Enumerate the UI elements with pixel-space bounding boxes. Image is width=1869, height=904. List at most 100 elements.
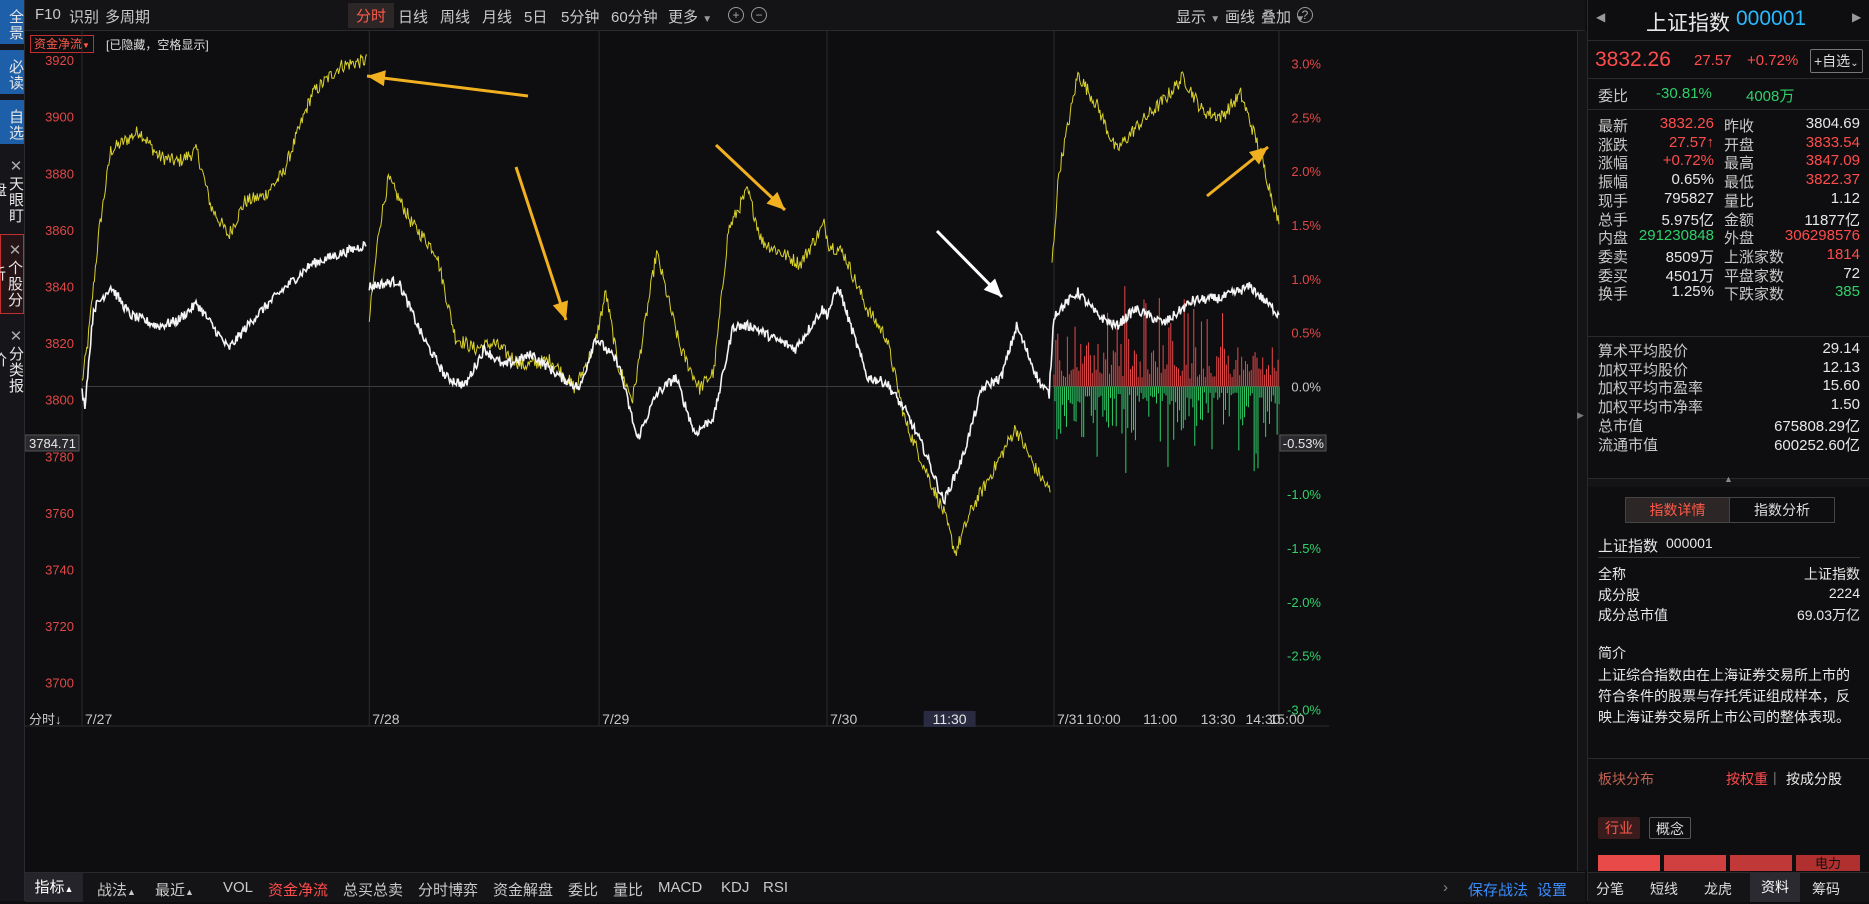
y-tick-right: 1.0% xyxy=(1291,272,1321,287)
zoom-out-icon[interactable]: − xyxy=(751,7,767,23)
detail-row: 成分总市值 69.03万亿 xyxy=(1598,605,1860,627)
y-tick-left: 3800 xyxy=(45,393,74,408)
close-icon[interactable]: ✕ xyxy=(7,327,24,346)
chevron-left-icon[interactable]: ◀ xyxy=(1596,10,1605,24)
tab-dragon-tiger[interactable]: 龙虎 xyxy=(1704,879,1732,899)
tab-daily[interactable]: 日线 xyxy=(398,6,428,27)
chevron-up-icon: ▲ xyxy=(64,884,74,894)
recognize-button[interactable]: 识别 xyxy=(69,6,99,27)
collapse-up-icon[interactable]: ▲ xyxy=(1724,474,1733,484)
tab-5min[interactable]: 5分钟 xyxy=(561,6,599,27)
sidebar-item-category-quotes[interactable]: ✕分类报价 xyxy=(0,320,24,400)
indicator-rsi[interactable]: RSI xyxy=(763,879,788,896)
close-icon[interactable]: ✕ xyxy=(7,157,24,176)
arrow-annotation xyxy=(366,74,529,98)
indicator-vol[interactable]: VOL xyxy=(223,879,253,896)
indicator-capital-analysis[interactable]: 资金解盘 xyxy=(493,879,553,900)
sort-by-weight[interactable]: 按权重 xyxy=(1726,769,1768,789)
indicator-tab[interactable]: 指标▲ xyxy=(25,873,83,902)
stat-row: 换手 1.25% 下跌家数 385 xyxy=(1598,283,1860,305)
tab-more[interactable]: 更多 ▼ xyxy=(668,6,712,27)
tab-profile[interactable]: 资料 xyxy=(1750,873,1800,902)
x-tick-label: 7/29 xyxy=(602,711,629,727)
sort-by-constituents[interactable]: 按成分股 xyxy=(1786,769,1842,789)
strategy-tab[interactable]: 战法▲ xyxy=(97,879,136,900)
y-tick-right: -1.5% xyxy=(1287,541,1321,556)
indicator-intraday-game[interactable]: 分时博弈 xyxy=(418,879,478,900)
detail-row: 成分股 2224 xyxy=(1598,585,1860,607)
y-tick-left: 3720 xyxy=(45,619,74,634)
indicator-order-ratio[interactable]: 委比 xyxy=(568,879,598,900)
y-tick-left: 3900 xyxy=(45,110,74,125)
panel-splitter[interactable] xyxy=(1577,31,1587,871)
y-tick-left: 3820 xyxy=(45,336,74,351)
sidebar-item-stock-analysis[interactable]: ✕个股分析 xyxy=(0,234,24,314)
stat-value: 3832.26 xyxy=(1659,115,1714,132)
y-tick-right: -1.0% xyxy=(1287,487,1321,502)
metric-value: 600252.60亿 xyxy=(1774,436,1860,454)
indicator-capital-flow[interactable]: 资金净流 xyxy=(268,879,328,900)
order-ratio-row: 委比 -30.81% 4008万 xyxy=(1598,85,1795,105)
indicator-total-buy-sell[interactable]: 总买总卖 xyxy=(343,879,403,900)
arrow-annotation-head xyxy=(552,300,569,320)
chevron-right-icon[interactable]: ▶ xyxy=(1852,10,1861,24)
zoom-in-icon[interactable]: + xyxy=(728,7,744,23)
y-tick-left: 3700 xyxy=(45,676,74,691)
stat-value: 795827 xyxy=(1663,189,1714,207)
sidebar-item-watchlist[interactable]: 自选 xyxy=(0,100,24,144)
save-strategy-link[interactable]: 保存战法 xyxy=(1468,879,1528,900)
sidebar-item-overview[interactable]: 全景 xyxy=(0,0,24,44)
chart-toolbar: F10 识别 多周期 分时 日线 周线 月线 5日 5分钟 60分钟 更多 ▼ … xyxy=(25,0,1585,31)
indicator-macd[interactable]: MACD xyxy=(658,879,702,896)
quote-panel: ◀ 上证指数 000001 ▶ 3832.26 27.57 +0.72% +自选… xyxy=(1587,0,1869,902)
intraday-chart[interactable]: 3920 3900 3880 3860 3840 3820 3800 3780 3760 3740… xyxy=(25,31,1585,871)
stat-value: 1814 xyxy=(1826,245,1860,263)
tab-ticks[interactable]: 分笔 xyxy=(1596,879,1624,899)
sidebar-item-must-read[interactable]: 必读 xyxy=(0,50,24,94)
tab-concept[interactable]: 概念 xyxy=(1649,817,1691,839)
settings-link[interactable]: 设置 xyxy=(1537,879,1567,900)
index-code: 000001 xyxy=(1736,7,1807,30)
x-tick-label: 7/30 xyxy=(830,711,857,727)
sector-bar-power[interactable]: 电力 xyxy=(1796,855,1860,871)
tab-short-term[interactable]: 短线 xyxy=(1650,879,1678,899)
stat-value: 385 xyxy=(1834,283,1860,301)
sidebar-item-skyeye[interactable]: ✕天眼盯盘 xyxy=(0,150,24,230)
tab-index-detail[interactable]: 指数详情 xyxy=(1626,498,1730,522)
help-icon[interactable]: ? xyxy=(1297,7,1313,23)
recent-tab[interactable]: 最近▲ xyxy=(155,879,194,900)
detail-code: 000001 xyxy=(1666,535,1713,551)
display-menu[interactable]: 显示 ▼ xyxy=(1176,6,1220,27)
tab-chips[interactable]: 筹码 xyxy=(1812,879,1840,899)
stat-value: 1.12 xyxy=(1830,189,1860,207)
y-tick-left: 3880 xyxy=(45,166,74,181)
metric-value: 29.14 xyxy=(1822,340,1860,357)
y-tick-left: 3760 xyxy=(45,506,74,521)
tab-monthly[interactable]: 月线 xyxy=(482,6,512,27)
quote-header: ◀ 上证指数 000001 ▶ xyxy=(1588,0,1869,41)
indicator-volume-ratio[interactable]: 量比 xyxy=(613,879,643,900)
tab-index-analysis[interactable]: 指数分析 xyxy=(1730,498,1834,522)
y-tick-right: -2.5% xyxy=(1287,649,1321,664)
y-tick-right: 0.0% xyxy=(1291,379,1321,394)
add-to-watchlist-button[interactable]: +自选⌄ xyxy=(1810,49,1863,73)
stat-value: 0.65% xyxy=(1671,171,1714,189)
multi-period-button[interactable]: 多周期 xyxy=(105,6,150,27)
tab-5day[interactable]: 5日 xyxy=(524,6,547,27)
annotation-arrows xyxy=(366,70,1269,321)
index-name: 上证指数 xyxy=(1646,12,1730,35)
close-icon[interactable]: ✕ xyxy=(6,241,23,260)
chevron-right-icon[interactable]: ▶ xyxy=(1577,410,1586,421)
x-tick-label: 11:00 xyxy=(1143,711,1177,727)
chevron-right-icon[interactable]: › xyxy=(1443,879,1448,896)
f10-button[interactable]: F10 xyxy=(35,6,61,23)
tab-60min[interactable]: 60分钟 xyxy=(611,6,658,27)
tab-intraday[interactable]: 分时 xyxy=(348,3,395,28)
x-tick-label: 7/28 xyxy=(372,711,399,727)
tab-industry[interactable]: 行业 xyxy=(1598,817,1640,839)
tab-weekly[interactable]: 周线 xyxy=(440,6,470,27)
draw-line-button[interactable]: 画线 xyxy=(1225,6,1255,27)
sector-distribution-label: 板块分布 xyxy=(1598,771,1654,787)
stat-value: 27.57↑ xyxy=(1668,133,1714,151)
indicator-kdj[interactable]: KDJ xyxy=(721,879,749,896)
